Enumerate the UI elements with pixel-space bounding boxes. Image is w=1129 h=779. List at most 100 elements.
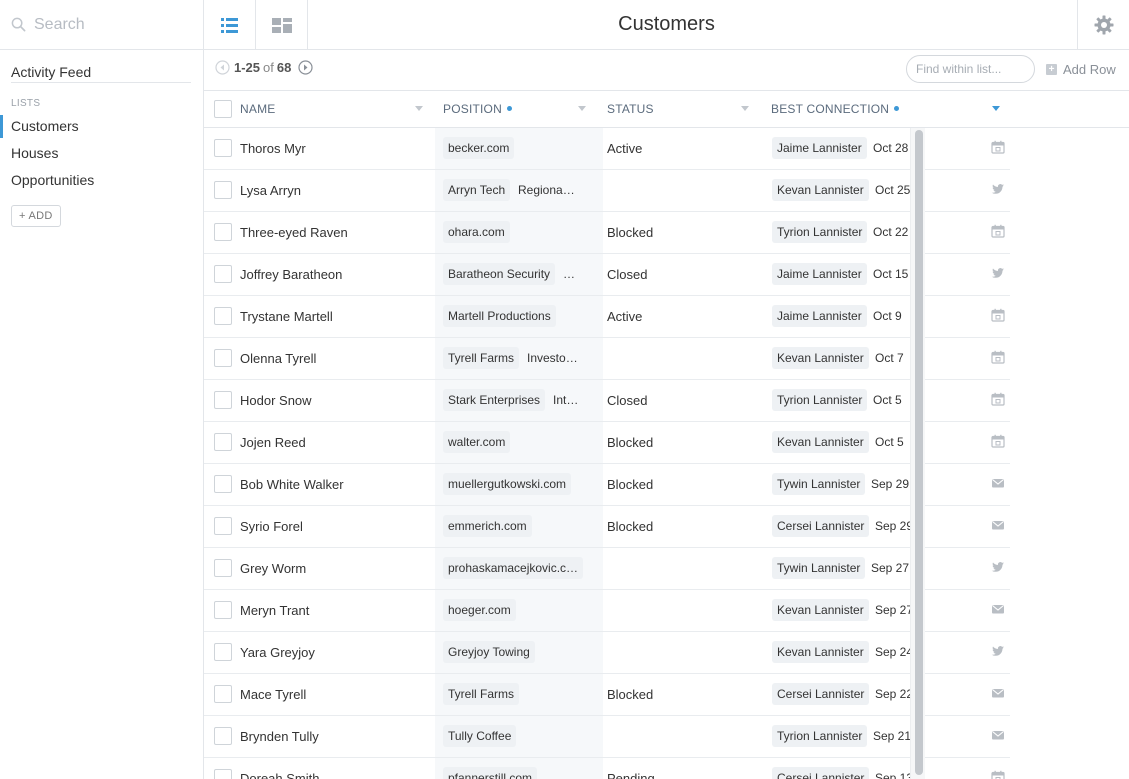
- column-header-best-connection[interactable]: BEST CONNECTION: [771, 91, 900, 127]
- company-chip[interactable]: emmerich.com: [443, 515, 532, 537]
- connection-chip[interactable]: Cersei Lannister: [772, 683, 870, 705]
- customer-name[interactable]: Thoros Myr: [240, 141, 306, 156]
- company-chip[interactable]: becker.com: [443, 137, 515, 159]
- find-within-list-input[interactable]: [906, 55, 1035, 83]
- select-all-checkbox[interactable]: [214, 100, 232, 118]
- connection-chip[interactable]: Kevan Lannister: [772, 641, 869, 663]
- customer-name[interactable]: Trystane Martell: [240, 309, 333, 324]
- row-checkbox[interactable]: [214, 727, 232, 745]
- company-chip[interactable]: Tyrell Farms: [443, 347, 519, 369]
- position-cell[interactable]: becker.com: [435, 128, 603, 169]
- row-checkbox[interactable]: [214, 139, 232, 157]
- sidebar-item-opportunities[interactable]: Opportunities: [0, 167, 203, 194]
- row-checkbox[interactable]: [214, 349, 232, 367]
- sidebar-item-activity-feed[interactable]: Activity Feed: [11, 61, 191, 83]
- table-row[interactable]: Lysa Arryn Arryn Tech Regiona… Kevan Lan…: [204, 170, 1010, 212]
- column-header-position[interactable]: POSITION: [443, 91, 512, 127]
- connection-chip[interactable]: Kevan Lannister: [772, 599, 869, 621]
- table-row[interactable]: Doreah Smith pfannerstill.com Pending Ce…: [204, 758, 1010, 779]
- grid-view-button[interactable]: [256, 0, 308, 50]
- sort-caret-icon[interactable]: [415, 106, 423, 111]
- row-checkbox[interactable]: [214, 223, 232, 241]
- position-cell[interactable]: ohara.com: [435, 212, 603, 253]
- company-chip[interactable]: muellergutkowski.com: [443, 473, 572, 495]
- customer-name[interactable]: Jojen Reed: [240, 435, 306, 450]
- sort-caret-icon[interactable]: [992, 106, 1000, 111]
- company-chip[interactable]: Greyjoy Towing: [443, 641, 535, 663]
- table-row[interactable]: Olenna Tyrell Tyrell Farms Investo… Keva…: [204, 338, 1010, 380]
- row-checkbox[interactable]: [214, 643, 232, 661]
- column-header-status[interactable]: STATUS: [607, 91, 654, 127]
- connection-chip[interactable]: Kevan Lannister: [772, 179, 869, 201]
- search-input[interactable]: [34, 15, 194, 34]
- row-checkbox[interactable]: [214, 181, 232, 199]
- customer-name[interactable]: Joffrey Baratheon: [240, 267, 342, 282]
- table-row[interactable]: Meryn Trant hoeger.com Kevan Lannister S…: [204, 590, 1010, 632]
- customer-name[interactable]: Syrio Forel: [240, 519, 303, 534]
- company-chip[interactable]: Martell Productions: [443, 305, 556, 327]
- row-checkbox[interactable]: [214, 517, 232, 535]
- customer-name[interactable]: Yara Greyjoy: [240, 645, 315, 660]
- sidebar-item-customers[interactable]: Customers: [0, 113, 203, 140]
- customer-name[interactable]: Doreah Smith: [240, 771, 319, 779]
- customer-name[interactable]: Mace Tyrell: [240, 687, 306, 702]
- connection-chip[interactable]: Cersei Lannister: [772, 515, 870, 537]
- table-row[interactable]: Syrio Forel emmerich.com Blocked Cersei …: [204, 506, 1010, 548]
- customer-name[interactable]: Meryn Trant: [240, 603, 309, 618]
- position-cell[interactable]: Tyrell Farms: [435, 674, 603, 715]
- connection-chip[interactable]: Kevan Lannister: [772, 431, 869, 453]
- connection-chip[interactable]: Jaime Lannister: [772, 263, 867, 285]
- table-row[interactable]: Yara Greyjoy Greyjoy Towing Kevan Lannis…: [204, 632, 1010, 674]
- company-chip[interactable]: Baratheon Security: [443, 263, 556, 285]
- row-checkbox[interactable]: [214, 265, 232, 283]
- company-chip[interactable]: Arryn Tech: [443, 179, 511, 201]
- table-row[interactable]: Thoros Myr becker.com Active Jaime Lanni…: [204, 128, 1010, 170]
- row-checkbox[interactable]: [214, 433, 232, 451]
- position-cell[interactable]: Greyjoy Towing: [435, 632, 603, 673]
- connection-chip[interactable]: Tyrion Lannister: [772, 389, 868, 411]
- sort-caret-icon[interactable]: [578, 106, 586, 111]
- table-row[interactable]: Grey Worm prohaskamacejkovic.c… Tywin La…: [204, 548, 1010, 590]
- company-chip[interactable]: Tyrell Farms: [443, 683, 519, 705]
- column-header-name[interactable]: NAME: [240, 91, 275, 127]
- next-page-icon[interactable]: [298, 60, 313, 75]
- company-chip[interactable]: pfannerstill.com: [443, 767, 538, 779]
- position-cell[interactable]: Arryn Tech Regiona…: [435, 170, 603, 211]
- position-cell[interactable]: muellergutkowski.com: [435, 464, 603, 505]
- company-chip[interactable]: walter.com: [443, 431, 511, 453]
- list-view-button[interactable]: [204, 0, 256, 50]
- company-chip[interactable]: Stark Enterprises: [443, 389, 546, 411]
- connection-chip[interactable]: Jaime Lannister: [772, 305, 867, 327]
- table-row[interactable]: Jojen Reed walter.com Blocked Kevan Lann…: [204, 422, 1010, 464]
- table-row[interactable]: Brynden Tully Tully Coffee Tyrion Lannis…: [204, 716, 1010, 758]
- connection-chip[interactable]: Tyrion Lannister: [772, 221, 868, 243]
- company-chip[interactable]: prohaskamacejkovic.c…: [443, 557, 584, 579]
- scrollbar-thumb[interactable]: [915, 130, 923, 775]
- connection-chip[interactable]: Tyrion Lannister: [772, 725, 868, 747]
- customer-name[interactable]: Grey Worm: [240, 561, 306, 576]
- position-cell[interactable]: Stark Enterprises Int…: [435, 380, 603, 421]
- table-row[interactable]: Bob White Walker muellergutkowski.com Bl…: [204, 464, 1010, 506]
- previous-page-icon[interactable]: [215, 60, 230, 75]
- add-list-button[interactable]: + ADD: [11, 205, 61, 227]
- position-cell[interactable]: Tully Coffee: [435, 716, 603, 757]
- position-cell[interactable]: hoeger.com: [435, 590, 603, 631]
- row-checkbox[interactable]: [214, 601, 232, 619]
- position-cell[interactable]: emmerich.com: [435, 506, 603, 547]
- row-checkbox[interactable]: [214, 307, 232, 325]
- position-cell[interactable]: Tyrell Farms Investo…: [435, 338, 603, 379]
- vertical-scrollbar[interactable]: [910, 128, 925, 779]
- table-row[interactable]: Joffrey Baratheon Baratheon Security … C…: [204, 254, 1010, 296]
- table-row[interactable]: Trystane Martell Martell Productions Act…: [204, 296, 1010, 338]
- connection-chip[interactable]: Tywin Lannister: [772, 557, 866, 579]
- row-checkbox[interactable]: [214, 559, 232, 577]
- table-row[interactable]: Hodor Snow Stark Enterprises Int… Closed…: [204, 380, 1010, 422]
- customer-name[interactable]: Olenna Tyrell: [240, 351, 316, 366]
- position-cell[interactable]: prohaskamacejkovic.c…: [435, 548, 603, 589]
- connection-chip[interactable]: Tywin Lannister: [772, 473, 866, 495]
- table-row[interactable]: Mace Tyrell Tyrell Farms Blocked Cersei …: [204, 674, 1010, 716]
- customer-name[interactable]: Lysa Arryn: [240, 183, 301, 198]
- connection-chip[interactable]: Cersei Lannister: [772, 767, 870, 779]
- add-row-button[interactable]: + Add Row: [1046, 62, 1116, 77]
- position-cell[interactable]: Baratheon Security …: [435, 254, 603, 295]
